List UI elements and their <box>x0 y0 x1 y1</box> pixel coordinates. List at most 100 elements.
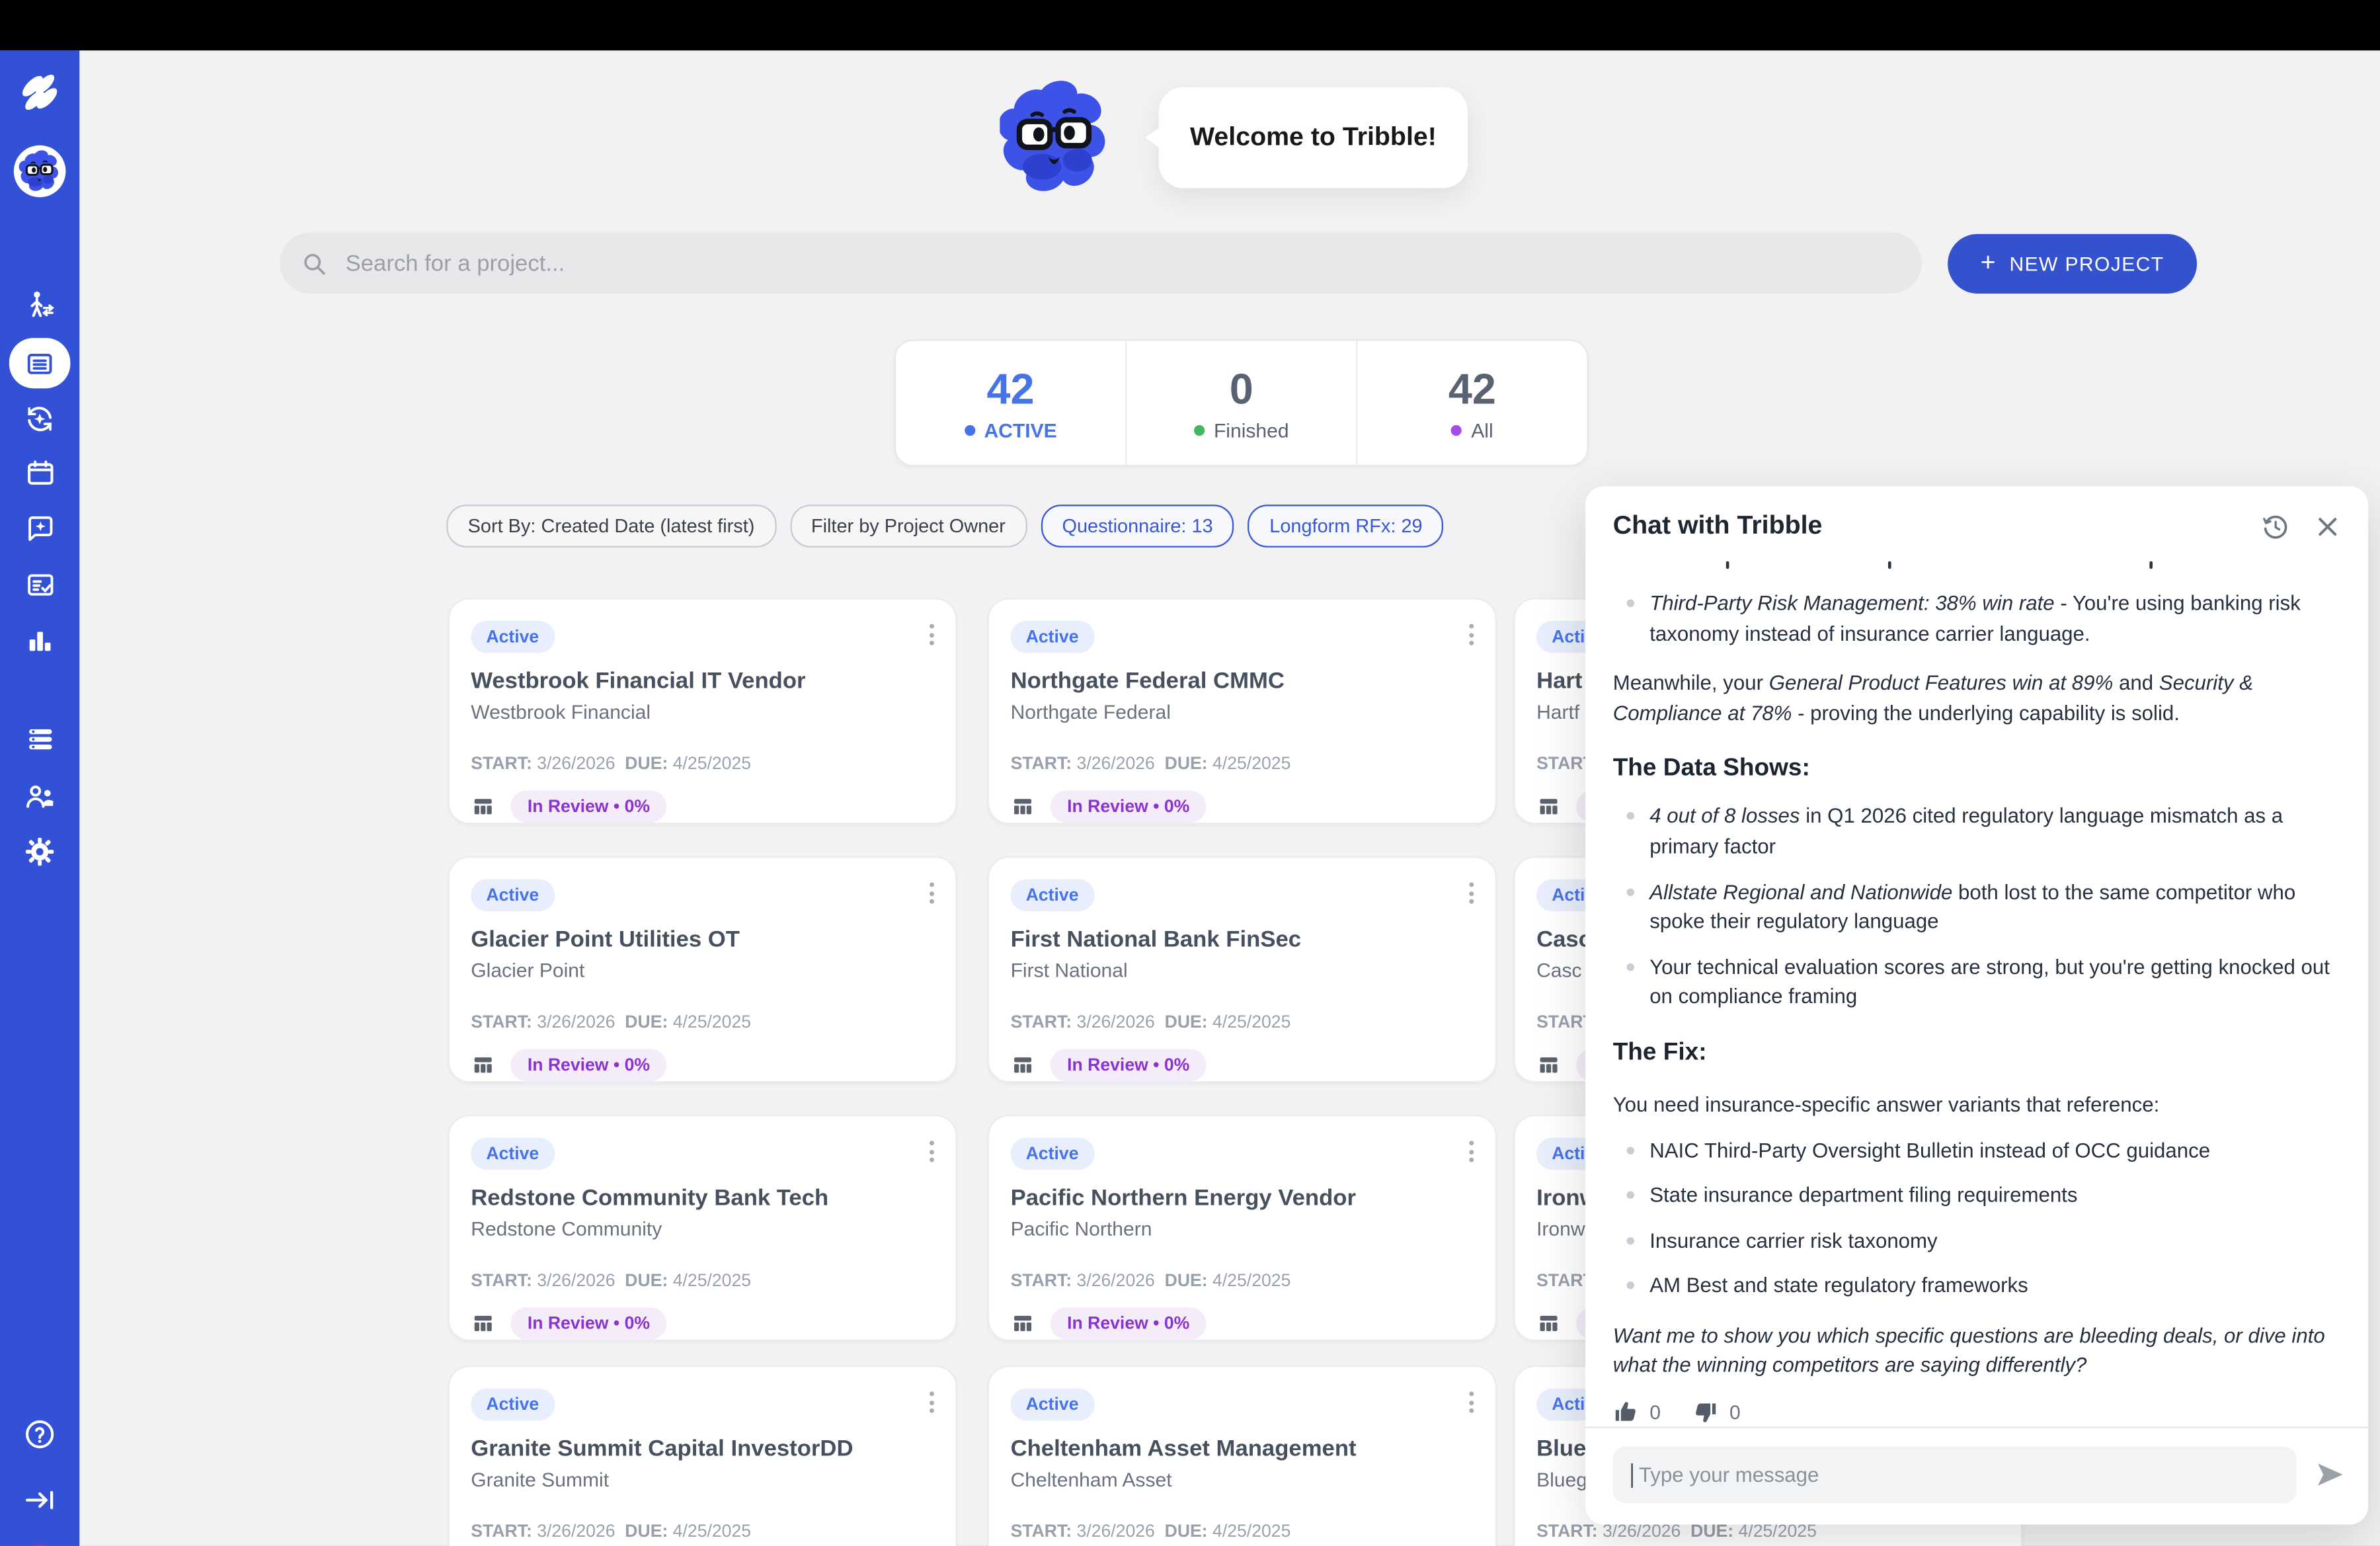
project-dates: START: 3/26/2026 DUE: 4/25/2025 <box>471 1272 934 1291</box>
card-menu-button[interactable] <box>1469 882 1474 903</box>
status-dot <box>964 425 974 435</box>
stat-label: Finished <box>1194 418 1289 441</box>
filter-chip[interactable]: Longform RFx: 29 <box>1248 505 1444 548</box>
sidebar-item-projects-active[interactable] <box>9 338 71 388</box>
project-card[interactable]: Active First National Bank FinSec First Na… <box>988 856 1497 1082</box>
project-title: Cheltenham Asset Management <box>1011 1436 1474 1461</box>
project-dates: START: 3/26/2026 DUE: 4/25/2025 <box>1011 1014 1474 1032</box>
review-progress-badge: In Review • 0% <box>1051 1049 1207 1081</box>
chat-input-row <box>1585 1427 2368 1525</box>
tribble-logo-icon <box>15 69 64 118</box>
sidebar-item-sync-ai[interactable] <box>0 402 79 436</box>
plus-icon: + <box>1981 248 1996 278</box>
sidebar-item-content-stack[interactable] <box>0 723 79 756</box>
table-icon <box>1536 795 1561 819</box>
sidebar-item-team[interactable] <box>0 780 79 813</box>
checklist-icon <box>24 569 56 601</box>
review-progress-badge: In Review • 0% <box>510 1307 666 1340</box>
card-menu-button[interactable] <box>930 1391 934 1412</box>
search-icon <box>301 250 327 276</box>
filter-chip[interactable]: Questionnaire: 13 <box>1041 505 1234 548</box>
filter-chip-row: Sort By: Created Date (latest first) Filt… <box>446 505 1444 548</box>
card-menu-button[interactable] <box>1469 624 1474 645</box>
bullet-dot <box>1627 963 1635 971</box>
bullet-dot <box>1627 888 1635 896</box>
filter-chip[interactable]: Sort By: Created Date (latest first) <box>446 505 775 548</box>
chat-message: Third-Party Risk Management: 38% win rat… <box>1585 551 2368 1381</box>
stat-all[interactable]: 42All <box>1356 341 1587 465</box>
project-client: Westbrook Financial <box>471 700 934 723</box>
projects-icon <box>24 348 55 378</box>
stack-icon <box>24 723 56 756</box>
card-menu-button[interactable] <box>930 1141 934 1162</box>
message-bullet: State insurance department filing requir… <box>1613 1181 2341 1211</box>
project-title: First National Bank FinSec <box>1011 926 1474 952</box>
bullet-dot <box>1627 1237 1635 1244</box>
chat-header: Chat with Tribble <box>1585 486 2368 550</box>
sidebar-item-walkthrough[interactable] <box>0 289 79 323</box>
table-icon <box>471 1312 495 1335</box>
sidebar-item-signout[interactable] <box>0 1483 79 1517</box>
filter-chip[interactable]: Filter by Project Owner <box>790 505 1027 548</box>
welcome-bubble: Welcome to Tribble! <box>1159 87 1468 188</box>
message-heading: The Data Shows: <box>1613 751 2341 787</box>
welcome-text: Welcome to Tribble! <box>1190 122 1437 153</box>
chat-history-button[interactable] <box>2261 512 2290 541</box>
status-badge: Active <box>471 879 554 912</box>
chat-input-box[interactable] <box>1613 1447 2297 1504</box>
gear-icon <box>23 835 57 869</box>
stat-active[interactable]: 42ACTIVE <box>896 341 1125 465</box>
help-icon <box>23 1418 57 1451</box>
project-dates: START: 3/26/2026 DUE: 4/25/2025 <box>1011 1523 1474 1541</box>
project-card[interactable]: ActiveGranite Summit Capital InvestorDDG… <box>448 1365 957 1546</box>
project-client: Granite Summit <box>471 1468 934 1491</box>
chat-message-input[interactable] <box>1636 1462 2278 1488</box>
project-title: Westbrook Financial IT Vendor <box>471 669 934 694</box>
tribble-avatar[interactable] <box>0 145 79 198</box>
project-card[interactable]: ActiveGlacier Point Utilities OTGlacier … <box>448 856 957 1082</box>
project-client: First National <box>1011 959 1474 982</box>
person-transfer-icon <box>23 289 57 323</box>
tribble-logo <box>0 69 79 118</box>
stat-label: All <box>1451 418 1493 441</box>
card-menu-button[interactable] <box>930 624 934 645</box>
search-input[interactable] <box>342 249 1725 278</box>
card-menu-button[interactable] <box>1469 1141 1474 1162</box>
project-card[interactable]: ActivePacific Northern Energy VendorPaci… <box>988 1115 1497 1341</box>
calendar-icon <box>24 457 56 489</box>
card-menu-button[interactable] <box>930 882 934 903</box>
sidebar-item-help[interactable] <box>0 1418 79 1451</box>
sidebar-item-review-list[interactable] <box>0 569 79 601</box>
chat-panel: Chat with Tribble Third-Party Risk Manag… <box>1585 486 2368 1524</box>
chat-close-button[interactable] <box>2315 513 2340 539</box>
status-badge: Active <box>1011 879 1094 912</box>
mascot-mini-icon <box>19 150 61 193</box>
project-search[interactable] <box>280 233 1922 294</box>
thumbs-up-icon[interactable] <box>1613 1399 1639 1425</box>
thumbs-down-icon[interactable] <box>1692 1399 1718 1425</box>
app-root: TK <box>0 0 2380 1546</box>
message-paragraph: Meanwhile, your General Product Features… <box>1613 669 2341 728</box>
sidebar-item-chat[interactable] <box>0 512 79 545</box>
message-bullet: Third-Party Risk Management: 38% win rat… <box>1613 589 2341 648</box>
project-title: Redstone Community Bank Tech <box>471 1185 934 1211</box>
status-badge: Active <box>1011 621 1094 653</box>
bar-chart-icon <box>24 626 55 656</box>
project-card[interactable]: ActiveNorthgate Federal CMMCNorthgate Fe… <box>988 598 1497 824</box>
sidebar-item-settings[interactable] <box>0 835 79 869</box>
project-card[interactable]: ActiveCheltenham Asset ManagementChelten… <box>988 1365 1497 1546</box>
bullet-dot <box>1627 813 1635 821</box>
project-client: Pacific Northern <box>1011 1217 1474 1241</box>
stat-finished[interactable]: 0Finished <box>1125 341 1356 465</box>
card-menu-button[interactable] <box>1469 1391 1474 1412</box>
project-card[interactable]: ActiveRedstone Community Bank TechRedsto… <box>448 1115 957 1341</box>
message-paragraph: Want me to show you which specific quest… <box>1613 1321 2341 1381</box>
send-icon[interactable] <box>2315 1459 2347 1491</box>
new-project-button[interactable]: + NEW PROJECT <box>1948 234 2197 294</box>
chat-feedback-row: 0 0 <box>1585 1399 2368 1425</box>
sidebar-item-analytics[interactable] <box>0 626 79 656</box>
sidebar-item-calendar[interactable] <box>0 457 79 489</box>
project-card[interactable]: ActiveWestbrook Financial IT VendorWestb… <box>448 598 957 824</box>
status-dot <box>1451 425 1462 435</box>
chat-title: Chat with Tribble <box>1613 510 2237 541</box>
